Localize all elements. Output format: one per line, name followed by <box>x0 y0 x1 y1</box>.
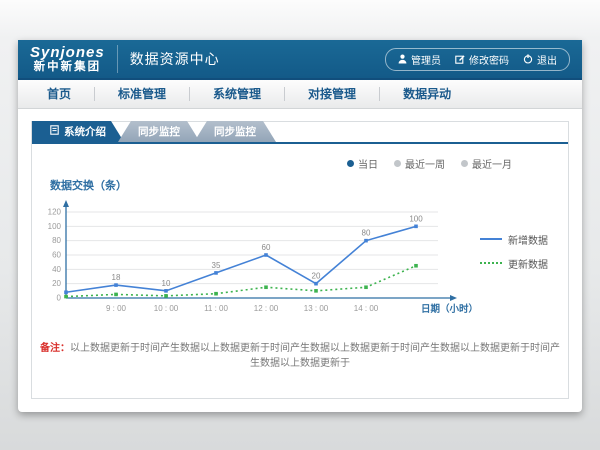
edit-icon <box>455 54 465 64</box>
svg-text:80: 80 <box>52 236 61 245</box>
svg-text:0: 0 <box>57 294 62 303</box>
svg-text:11 : 00: 11 : 00 <box>204 304 228 313</box>
radio-dot <box>347 160 354 167</box>
line-chart: 0 20 40 60 80 100 120 9 : 00 10 : 00 11 : 00 12 : … <box>40 195 480 317</box>
legend-item-updated-data: 更新数据 <box>480 256 560 271</box>
legend-swatch-solid-line <box>480 238 502 240</box>
document-icon <box>50 125 59 138</box>
nav-item-standard-mgmt[interactable]: 标准管理 <box>95 87 190 101</box>
content-area: 系统介绍 同步监控 同步监控 当日 最近一周 <box>18 109 582 399</box>
nav-item-interface-mgmt[interactable]: 对接管理 <box>285 87 380 101</box>
logout-button[interactable]: 退出 <box>523 52 557 67</box>
radio-today[interactable]: 当日 <box>347 156 378 171</box>
chart-panel: 当日 最近一周 最近一月 数据交换（条） 0 20 40 60 80 100 120 9 : … <box>32 144 568 369</box>
svg-text:20: 20 <box>312 272 321 281</box>
svg-text:100: 100 <box>409 214 423 223</box>
svg-text:100: 100 <box>48 222 62 231</box>
user-icon <box>398 54 407 64</box>
main-nav: 首页 标准管理 系统管理 对接管理 数据异动 <box>18 80 582 109</box>
change-password-label: 修改密码 <box>469 52 509 67</box>
svg-text:35: 35 <box>212 261 221 270</box>
user-controls: 管理员 修改密码 退出 <box>385 48 570 71</box>
logo-secondary: 新中新集团 <box>30 61 105 73</box>
svg-text:9 : 00: 9 : 00 <box>106 304 127 313</box>
app-window: Synjones 新中新集团 数据资源中心 管理员 修改密码 退出 <box>18 40 582 412</box>
tab-label: 系统介绍 <box>64 124 106 139</box>
svg-text:10 : 00: 10 : 00 <box>154 304 179 313</box>
radio-dot <box>461 160 468 167</box>
power-icon <box>523 54 533 64</box>
legend-item-new-data: 新增数据 <box>480 232 560 247</box>
radio-dot <box>394 160 401 167</box>
radio-label: 最近一周 <box>405 156 445 171</box>
svg-text:10: 10 <box>162 279 171 288</box>
app-title: 数据资源中心 <box>130 49 220 69</box>
svg-text:60: 60 <box>52 251 61 260</box>
change-password-button[interactable]: 修改密码 <box>455 52 509 67</box>
footer-note: 备注：以上数据更新于时间产生数据以上数据更新于时间产生数据以上数据更新于时间产生… <box>40 339 560 369</box>
svg-text:20: 20 <box>52 279 61 288</box>
tab-label: 同步监控 <box>214 124 256 139</box>
user-label: 管理员 <box>411 52 441 67</box>
radio-last-week[interactable]: 最近一周 <box>394 156 445 171</box>
filter-group: 当日 最近一周 最近一月 <box>40 152 560 173</box>
svg-text:14 : 00: 14 : 00 <box>354 304 379 313</box>
tab-sync-monitor-1[interactable]: 同步监控 <box>118 121 200 142</box>
chart-y-axis-title: 数据交换（条） <box>50 177 560 193</box>
svg-text:120: 120 <box>48 208 62 217</box>
radio-label: 最近一月 <box>472 156 512 171</box>
tab-bar: 系统介绍 同步监控 同步监控 <box>32 122 568 144</box>
svg-text:18: 18 <box>112 273 121 282</box>
logo-primary: Synjones <box>30 45 105 61</box>
radio-last-month[interactable]: 最近一月 <box>461 156 512 171</box>
nav-item-data-change[interactable]: 数据异动 <box>380 87 474 101</box>
note-text: 以上数据更新于时间产生数据以上数据更新于时间产生数据以上数据更新于时间产生数据以… <box>70 343 560 369</box>
user-button[interactable]: 管理员 <box>398 52 441 67</box>
legend-label: 更新数据 <box>508 256 548 271</box>
logout-label: 退出 <box>537 52 557 67</box>
radio-label: 当日 <box>358 156 378 171</box>
legend-swatch-dotted-line <box>480 262 502 264</box>
tab-sync-monitor-2[interactable]: 同步监控 <box>194 121 276 142</box>
app-header: Synjones 新中新集团 数据资源中心 管理员 修改密码 退出 <box>18 40 582 80</box>
tab-system-intro[interactable]: 系统介绍 <box>32 121 124 142</box>
svg-text:日期（小时）: 日期（小时） <box>421 303 478 315</box>
svg-text:13 : 00: 13 : 00 <box>304 304 329 313</box>
chart-row: 0 20 40 60 80 100 120 9 : 00 10 : 00 11 : 00 12 : … <box>40 195 560 317</box>
content-card: 系统介绍 同步监控 同步监控 当日 最近一周 <box>31 121 569 399</box>
note-prefix: 备注： <box>40 343 70 354</box>
svg-text:12 : 00: 12 : 00 <box>254 304 279 313</box>
legend-label: 新增数据 <box>508 232 548 247</box>
nav-item-home[interactable]: 首页 <box>24 87 95 101</box>
nav-item-system-mgmt[interactable]: 系统管理 <box>190 87 285 101</box>
brand-logo: Synjones 新中新集团 <box>30 45 118 73</box>
svg-text:80: 80 <box>362 229 371 238</box>
chart-legend: 新增数据 更新数据 <box>480 232 560 271</box>
tab-label: 同步监控 <box>138 124 180 139</box>
svg-text:40: 40 <box>52 265 61 274</box>
svg-text:60: 60 <box>262 243 271 252</box>
